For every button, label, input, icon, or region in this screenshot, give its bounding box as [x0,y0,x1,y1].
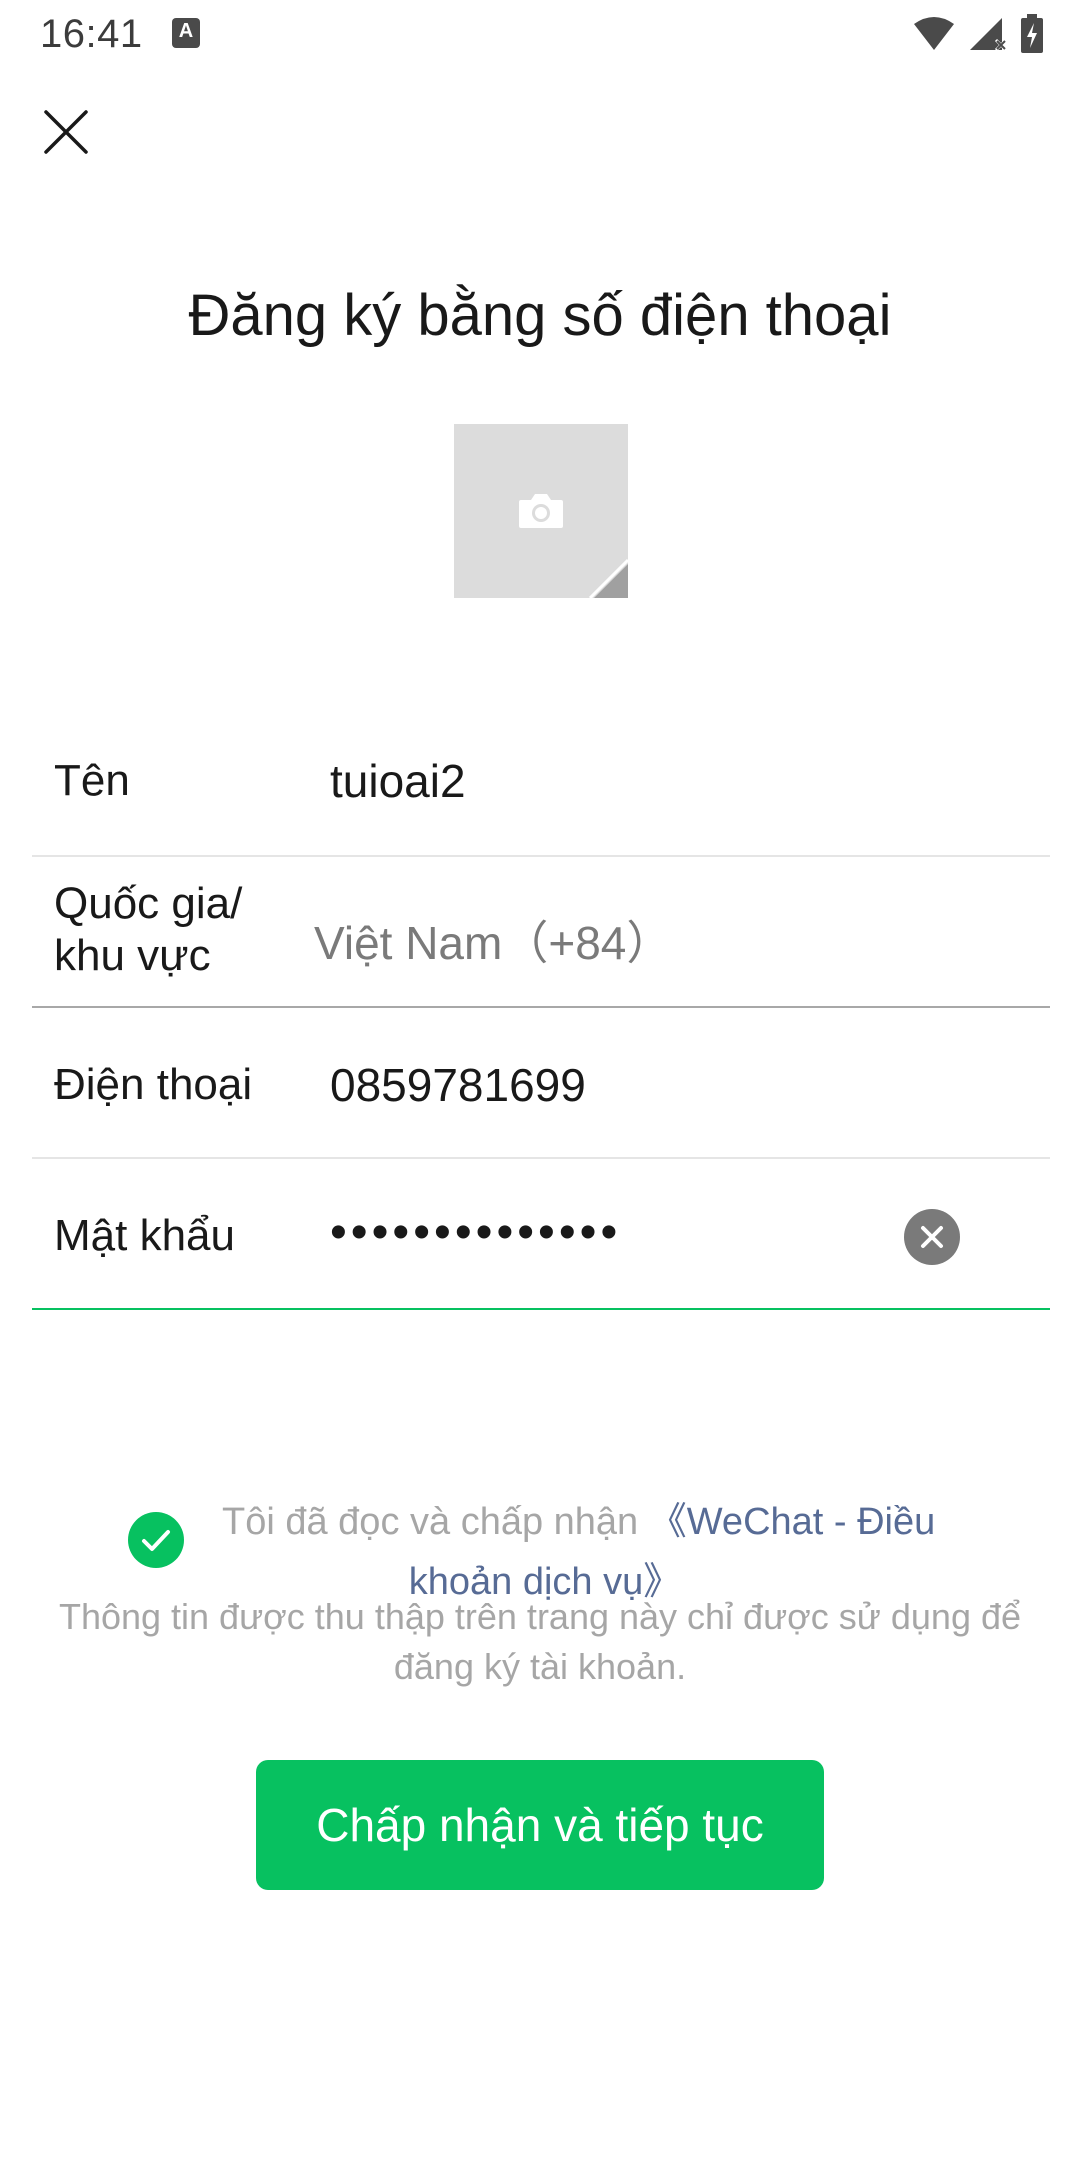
region-label-line2: khu vực [54,931,211,980]
notification-icon: A [172,18,200,48]
battery-icon [1021,14,1043,53]
avatar-corner-marker [588,558,628,598]
avatar-picker[interactable] [454,424,628,598]
camera-icon [519,494,563,528]
region-label-line1: Quốc gia/ [54,879,243,928]
status-time: 16:41 [40,12,143,56]
phone-label: Điện thoại [54,1060,253,1109]
privacy-notice: Thông tin được thu thập trên trang này c… [58,1596,1022,1687]
terms-link[interactable]: 《WeChat - Điều [649,1501,936,1543]
status-bar: 16:41 A [0,0,1080,66]
name-label: Tên [54,756,130,805]
region-selector[interactable]: Việt Nam（+84） [314,907,672,973]
name-row[interactable]: Tên tuioai2 [32,706,1050,857]
password-row[interactable]: Mật khẩu •••••••••••••• [32,1159,1050,1310]
clear-icon [921,1226,943,1248]
cellular-signal-icon [970,18,1008,52]
wifi-icon [914,17,954,50]
phone-row[interactable]: Điện thoại 0859781699 [32,1008,1050,1159]
phone-input[interactable]: 0859781699 [330,1058,586,1112]
agreement-text-line1: Tôi đã đọc và chấp nhận 《WeChat - Điều [222,1490,935,1545]
name-input[interactable]: tuioai2 [330,754,466,808]
clear-password-button[interactable] [904,1209,960,1265]
status-icons [912,14,1044,54]
page-title: Đăng ký bằng số điện thoại [188,283,892,348]
agreement-text: Tôi đã đọc và chấp nhận [222,1501,639,1543]
password-label: Mật khẩu [54,1211,235,1260]
accept-continue-button[interactable]: Chấp nhận và tiếp tục [256,1760,824,1890]
region-row[interactable]: Quốc gia/ khu vực Việt Nam（+84） [32,857,1050,1008]
password-input[interactable]: •••••••••••••• [330,1205,621,1260]
close-icon [44,110,88,154]
close-button[interactable] [38,104,94,160]
